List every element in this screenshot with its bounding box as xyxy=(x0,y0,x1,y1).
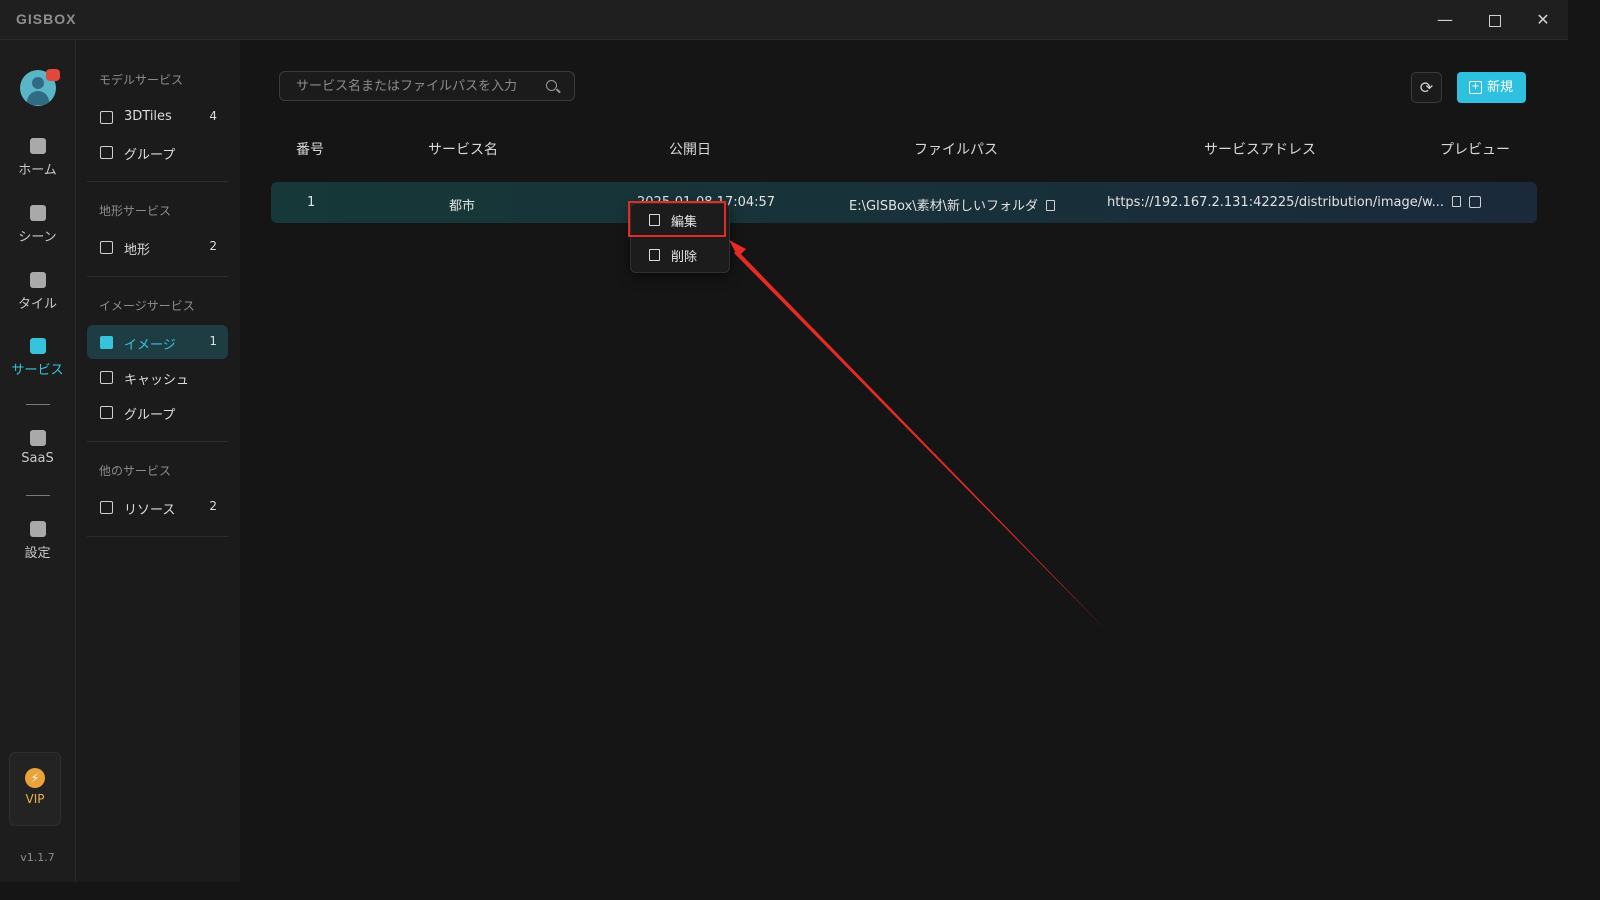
maximize-button[interactable] xyxy=(1480,6,1510,34)
refresh-button[interactable]: ⟳ xyxy=(1411,72,1442,103)
sidebar-item-label: キャッシュ xyxy=(124,373,190,388)
refresh-icon: ⟳ xyxy=(1419,78,1434,97)
copy-path-icon[interactable] xyxy=(1046,200,1056,211)
sidebar-item-image[interactable]: イメージ 1 xyxy=(87,325,228,359)
app-logo: GISBOX xyxy=(16,11,77,27)
settings-icon xyxy=(29,521,46,537)
menu-item-delete[interactable]: 削除 xyxy=(631,239,729,271)
nav-item-label: SaaS xyxy=(21,451,54,466)
sidebar-item-resource[interactable]: リソース 2 xyxy=(87,490,228,524)
sidebar-item-count: 2 xyxy=(209,239,217,253)
preview-icon[interactable] xyxy=(1469,196,1481,208)
nav-item-label: ホーム xyxy=(18,163,57,178)
sidebar-item-label: グループ xyxy=(124,408,176,423)
image-icon xyxy=(100,336,113,349)
sidebar-item-3dtiles[interactable]: 3DTiles 4 xyxy=(87,100,228,134)
sidebar-item-image-group[interactable]: グループ xyxy=(87,395,228,429)
section-title-model: モデルサービス xyxy=(99,73,184,87)
cell-address: https://192.167.2.131:42225/distribution… xyxy=(1107,195,1461,210)
group-icon xyxy=(100,406,113,419)
column-header-preview: プレビュー xyxy=(1440,142,1510,158)
section-title-terrain: 地形サービス xyxy=(99,204,172,218)
cell-address-text: https://192.167.2.131:42225/distribution… xyxy=(1107,195,1444,210)
nav-item-home[interactable]: ホーム xyxy=(0,138,75,178)
version-label: v1.1.7 xyxy=(20,851,55,864)
group-icon xyxy=(100,146,113,159)
section-title-other: 他のサービス xyxy=(99,464,172,478)
3dtiles-icon xyxy=(100,111,113,124)
annotation-highlight-box xyxy=(628,201,726,237)
arrow-shaft xyxy=(734,250,1108,632)
sidebar-item-cache[interactable]: キャッシュ xyxy=(87,360,228,394)
vip-button[interactable]: ⚡ VIP xyxy=(9,752,61,826)
sidebar-item-label: 地形 xyxy=(124,243,151,258)
sidebar-item-label: リソース xyxy=(124,503,176,518)
sidebar-item-label: 3DTiles xyxy=(124,109,172,124)
scene-icon xyxy=(29,205,46,221)
nav-item-label: 設定 xyxy=(24,546,51,561)
lightning-icon: ⚡ xyxy=(25,768,45,788)
cell-path: E:\GISBox\素材\新しいフォルダ xyxy=(849,195,1056,214)
sidebar-item-label: グループ xyxy=(124,148,176,163)
cell-path-text: E:\GISBox\素材\新しいフォルダ xyxy=(849,199,1039,214)
column-header-address: サービスアドレス xyxy=(1204,142,1316,158)
minimize-button[interactable]: — xyxy=(1430,6,1460,34)
column-header-number: 番号 xyxy=(296,142,324,158)
section-title-image: イメージサービス xyxy=(99,299,195,313)
tile-icon xyxy=(29,272,46,288)
copy-address-icon[interactable] xyxy=(1452,196,1461,207)
search-box[interactable] xyxy=(279,71,575,101)
title-bar: GISBOX — ✕ xyxy=(0,0,1568,40)
search-icon[interactable] xyxy=(546,80,557,91)
nav-item-label: シーン xyxy=(18,230,57,245)
resource-icon xyxy=(100,501,113,514)
sidebar-item-label: イメージ xyxy=(124,338,176,353)
nav-item-settings[interactable]: 設定 xyxy=(0,521,75,561)
avatar-body-icon xyxy=(27,91,49,105)
new-button-label: 新規 xyxy=(1487,80,1514,95)
sidebar-divider xyxy=(87,536,228,537)
nav-item-tile[interactable]: タイル xyxy=(0,272,75,312)
sidebar-item-count: 2 xyxy=(209,499,217,513)
plus-icon: + xyxy=(1469,81,1482,94)
sidebar-item-count: 4 xyxy=(209,109,217,123)
vip-label: VIP xyxy=(25,792,45,806)
nav-item-service[interactable]: サービス xyxy=(0,338,75,378)
nav-item-saas[interactable]: SaaS xyxy=(0,430,75,466)
home-icon xyxy=(29,138,46,154)
saas-icon xyxy=(29,430,46,446)
arrow-head xyxy=(729,240,746,257)
sidebar-divider xyxy=(87,276,228,277)
nav-item-scene[interactable]: シーン xyxy=(0,205,75,245)
search-input[interactable] xyxy=(294,78,538,95)
avatar-head-icon xyxy=(32,77,44,89)
notification-badge[interactable] xyxy=(46,69,60,81)
sidebar-item-model-group[interactable]: グループ xyxy=(87,135,228,169)
nav-divider xyxy=(26,404,50,405)
column-header-path: ファイルパス xyxy=(914,142,998,158)
column-header-name: サービス名 xyxy=(428,142,498,158)
sidebar-divider xyxy=(87,441,228,442)
column-header-date: 公開日 xyxy=(669,142,711,158)
close-button[interactable]: ✕ xyxy=(1528,6,1558,34)
new-button[interactable]: + 新規 xyxy=(1457,72,1526,103)
cell-name: 都市 xyxy=(449,199,476,214)
main-nav: ホーム シーン タイル サービス SaaS 設定 ⚡ VIP v1.1.7 xyxy=(0,40,76,882)
sidebar-divider xyxy=(87,181,228,182)
sidebar-item-terrain[interactable]: 地形 2 xyxy=(87,230,228,264)
menu-item-label: 削除 xyxy=(671,250,698,265)
nav-divider xyxy=(26,495,50,496)
cell-number: 1 xyxy=(307,195,316,210)
service-icon xyxy=(29,338,46,354)
sidebar-item-count: 1 xyxy=(209,334,217,348)
service-sidebar: モデルサービス 3DTiles 4 グループ 地形サービス 地形 2 イメージサ… xyxy=(76,40,240,882)
terrain-icon xyxy=(100,241,113,254)
cache-icon xyxy=(100,371,113,384)
nav-item-label: タイル xyxy=(17,297,57,312)
maximize-icon xyxy=(1489,14,1501,27)
nav-item-label: サービス xyxy=(11,363,64,378)
trash-icon xyxy=(649,249,660,261)
